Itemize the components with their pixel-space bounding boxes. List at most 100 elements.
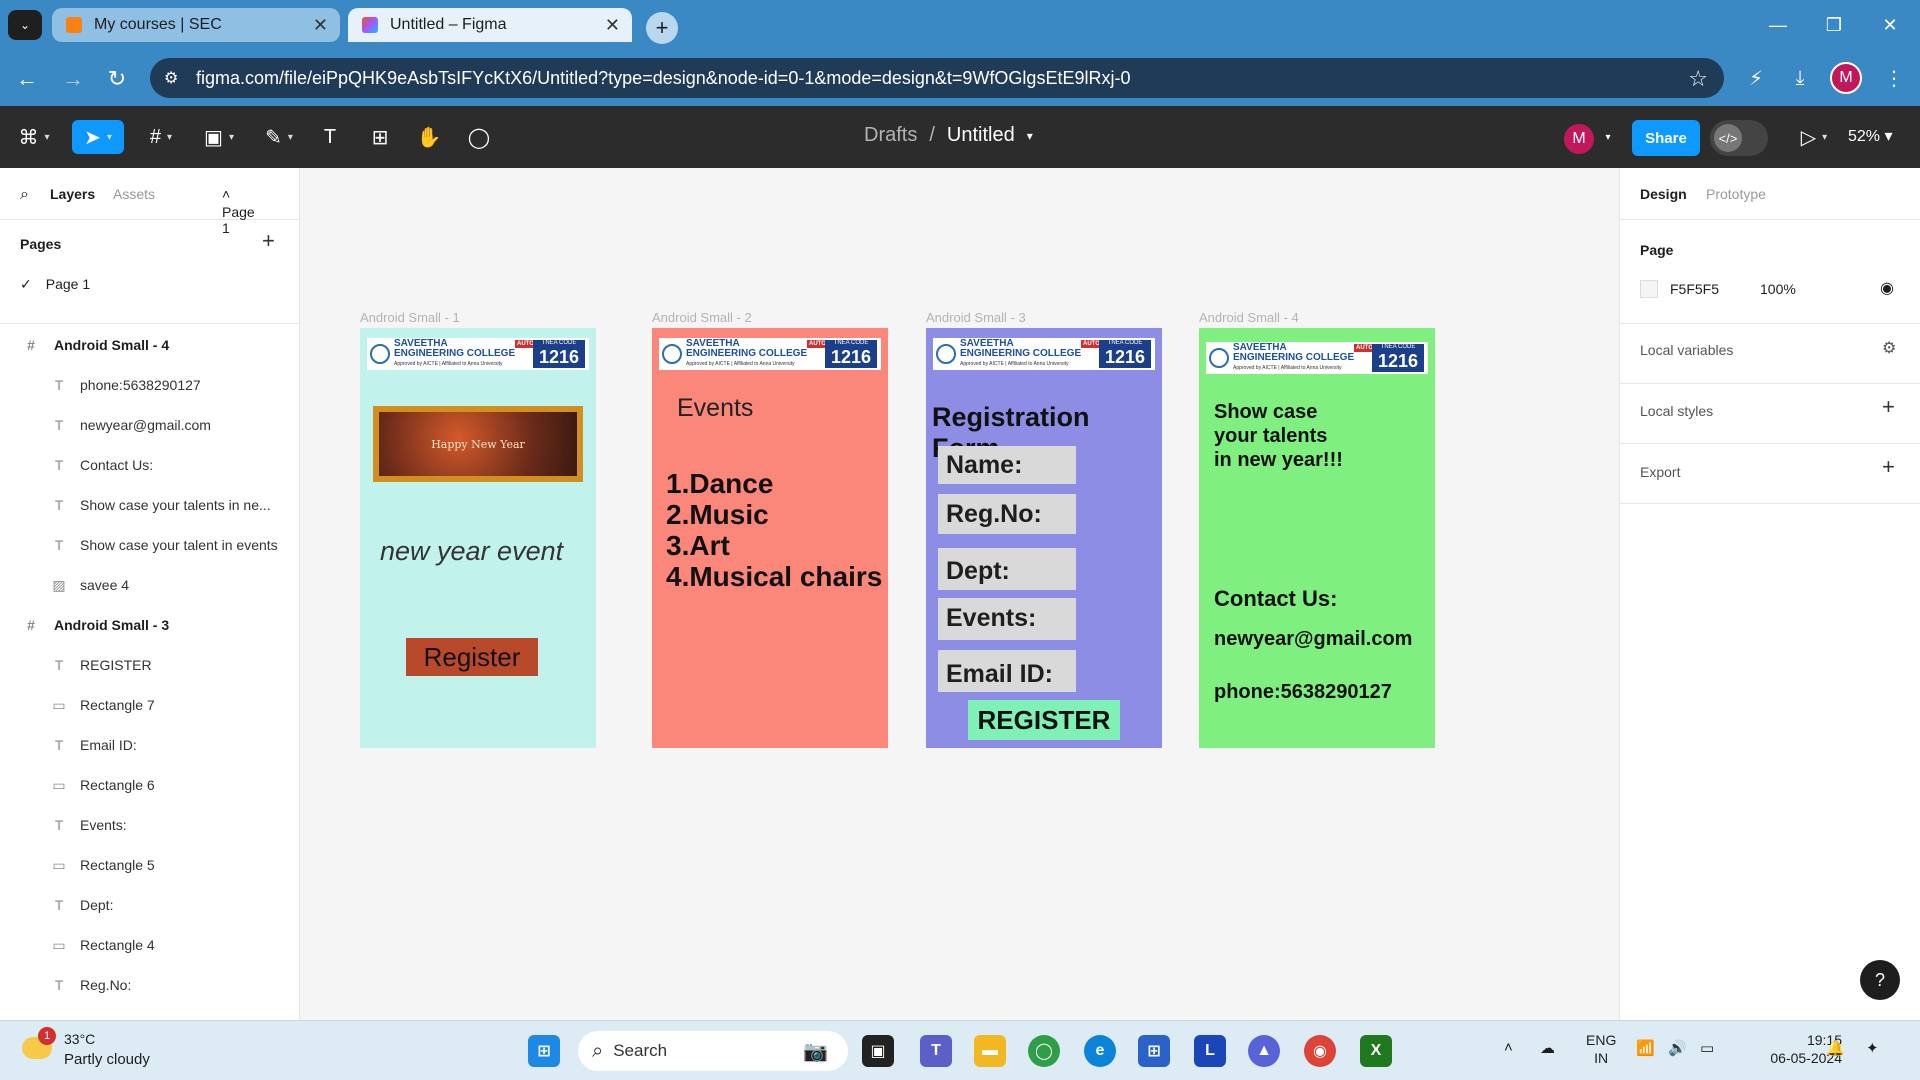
profile-avatar[interactable]: M: [1830, 62, 1862, 94]
weather-widget[interactable]: 1 33°C Partly cloudy: [22, 1027, 162, 1071]
shape-tool-icon[interactable]: ▣ ▾: [198, 120, 240, 154]
add-style-icon[interactable]: +: [1882, 394, 1895, 420]
page-item[interactable]: ✓ Page 1: [20, 276, 90, 293]
minimize-icon[interactable]: —: [1750, 0, 1806, 50]
layer-text[interactable]: T Email ID:: [0, 725, 299, 765]
page-color-value[interactable]: F5F5F5: [1670, 281, 1719, 297]
layer-image[interactable]: ▨ savee 4: [0, 565, 299, 605]
page-selector[interactable]: Page 1 ˄: [222, 186, 255, 236]
main-menu-icon[interactable]: ⌘ ▾: [14, 120, 54, 154]
store-icon[interactable]: ⊞: [1138, 1035, 1170, 1067]
move-tool-icon[interactable]: ➤ ▾: [72, 120, 124, 154]
layer-text[interactable]: T Show case your talents in ne...: [0, 485, 299, 525]
local-styles-label[interactable]: Local styles: [1640, 403, 1713, 419]
search-icon[interactable]: ⌕: [20, 186, 29, 204]
close-window-icon[interactable]: ✕: [1862, 0, 1918, 50]
chevron-down-icon[interactable]: ▾: [1600, 120, 1616, 154]
edge-icon[interactable]: e: [1084, 1035, 1116, 1067]
drafts-link[interactable]: Drafts: [864, 124, 917, 147]
chrome-icon[interactable]: ◉: [1304, 1035, 1336, 1067]
site-info-icon[interactable]: ⚙: [164, 68, 184, 88]
layer-text[interactable]: T Show case your talent in events: [0, 525, 299, 565]
export-label[interactable]: Export: [1640, 464, 1680, 480]
layer-text[interactable]: T Reg.No:: [0, 965, 299, 1005]
dev-mode-toggle[interactable]: </>: [1710, 120, 1768, 156]
tab-my-courses[interactable]: My courses | SEC ✕: [52, 8, 340, 42]
frame-label[interactable]: Android Small - 4: [1199, 310, 1299, 325]
help-button[interactable]: ?: [1860, 960, 1900, 1000]
regno-field[interactable]: Reg.No:: [938, 494, 1076, 534]
user-avatar[interactable]: M: [1564, 124, 1594, 154]
layer-text[interactable]: Tnewyear@gmail.com: [0, 405, 299, 445]
layer-text[interactable]: T Contact Us:: [0, 445, 299, 485]
variables-settings-icon[interactable]: ⚙: [1882, 338, 1896, 358]
windows-start-icon[interactable]: ⊞: [528, 1035, 560, 1067]
frame-tool-icon[interactable]: # ▾: [140, 120, 182, 154]
tab-prototype[interactable]: Prototype: [1706, 186, 1766, 202]
volume-icon[interactable]: 🔊: [1668, 1039, 1687, 1057]
file-explorer-icon[interactable]: ▬: [974, 1035, 1006, 1067]
file-name[interactable]: Untitled: [947, 124, 1015, 147]
teams-icon[interactable]: T: [920, 1035, 952, 1067]
register-button[interactable]: Register: [406, 638, 538, 676]
zoom-level[interactable]: 52% ▾: [1848, 126, 1893, 146]
add-page-icon[interactable]: +: [262, 228, 275, 254]
frame-android-small-3[interactable]: SAVEETHA ENGINEERING COLLEGE Approved by A…: [926, 328, 1162, 748]
register-button[interactable]: REGISTER: [968, 700, 1120, 740]
frame-label[interactable]: Android Small - 1: [360, 310, 460, 325]
frame-android-small-1[interactable]: SAVEETHA ENGINEERING COLLEGE Approved by A…: [360, 328, 596, 748]
close-tab-icon[interactable]: ✕: [313, 15, 328, 36]
chevron-up-icon[interactable]: ˄: [1504, 1039, 1513, 1056]
new-tab-button[interactable]: +: [646, 12, 678, 44]
layer-text[interactable]: T Dept:: [0, 885, 299, 925]
close-tab-icon[interactable]: ✕: [605, 15, 620, 36]
page-opacity[interactable]: 100%: [1760, 281, 1796, 297]
frame-label[interactable]: Android Small - 3: [926, 310, 1026, 325]
present-play-icon[interactable]: ▷ ▾: [1796, 120, 1832, 154]
layer-text[interactable]: T Events:: [0, 805, 299, 845]
layer-text[interactable]: T REGISTER: [0, 645, 299, 685]
eye-icon[interactable]: ◉: [1880, 278, 1894, 298]
tab-search-menu-button[interactable]: ⌄: [8, 10, 42, 40]
url-field[interactable]: ⚙ figma.com/file/eiPpQHK9eAsbTsIFYcKtX6/…: [150, 58, 1724, 98]
tab-layers[interactable]: Layers: [50, 186, 95, 202]
hand-tool-icon[interactable]: ✋: [414, 120, 444, 154]
pen-tool-icon[interactable]: ✎ ▾: [258, 120, 300, 154]
tab-figma[interactable]: Untitled – Figma ✕: [348, 8, 632, 42]
taskbar-search[interactable]: ⌕ Search 📷: [578, 1031, 848, 1071]
bookmark-star-icon[interactable]: ☆: [1688, 66, 1708, 92]
email-field[interactable]: Email ID:: [938, 650, 1076, 692]
text-tool-icon[interactable]: T: [316, 120, 344, 154]
app-circle-icon[interactable]: ◯: [1028, 1035, 1060, 1067]
layer-rectangle[interactable]: ▭ Rectangle 4: [0, 925, 299, 965]
copilot-icon[interactable]: ✦: [1866, 1039, 1879, 1057]
chevron-down-icon[interactable]: ▾: [1027, 129, 1033, 143]
app-triangle-icon[interactable]: ▲: [1248, 1035, 1280, 1067]
onedrive-icon[interactable]: ☁: [1540, 1039, 1555, 1057]
resources-tool-icon[interactable]: ⊞: [366, 120, 394, 154]
wifi-icon[interactable]: 📶: [1636, 1039, 1655, 1057]
battery-icon[interactable]: ▭: [1700, 1039, 1714, 1057]
layer-frame[interactable]: # Android Small - 3: [0, 605, 299, 645]
tab-design[interactable]: Design: [1640, 186, 1687, 202]
add-export-icon[interactable]: +: [1882, 454, 1895, 480]
frame-android-small-4[interactable]: SAVEETHA ENGINEERING COLLEGE Approved by A…: [1199, 328, 1435, 748]
excel-icon[interactable]: X: [1360, 1035, 1392, 1067]
back-icon[interactable]: ←: [12, 64, 42, 94]
layer-rectangle[interactable]: ▭ Rectangle 7: [0, 685, 299, 725]
events-field[interactable]: Events:: [938, 598, 1076, 640]
restore-icon[interactable]: ❐: [1806, 0, 1862, 50]
tab-assets[interactable]: Assets: [113, 186, 155, 202]
dept-field[interactable]: Dept:: [938, 548, 1076, 590]
extensions-icon[interactable]: ⚡: [1740, 62, 1772, 94]
forward-icon[interactable]: →: [58, 64, 88, 94]
app-l-icon[interactable]: L: [1194, 1035, 1226, 1067]
layer-frame[interactable]: # Android Small - 4: [0, 325, 299, 365]
language-indicator[interactable]: ENG IN: [1586, 1031, 1616, 1067]
local-variables-label[interactable]: Local variables: [1640, 342, 1733, 358]
layer-text[interactable]: Tphone:5638290127: [0, 365, 299, 405]
notification-bell-icon[interactable]: 🔔: [1826, 1039, 1845, 1057]
layer-rectangle[interactable]: ▭ Rectangle 5: [0, 845, 299, 885]
layer-rectangle[interactable]: ▭ Rectangle 6: [0, 765, 299, 805]
name-field[interactable]: Name:: [938, 446, 1076, 484]
